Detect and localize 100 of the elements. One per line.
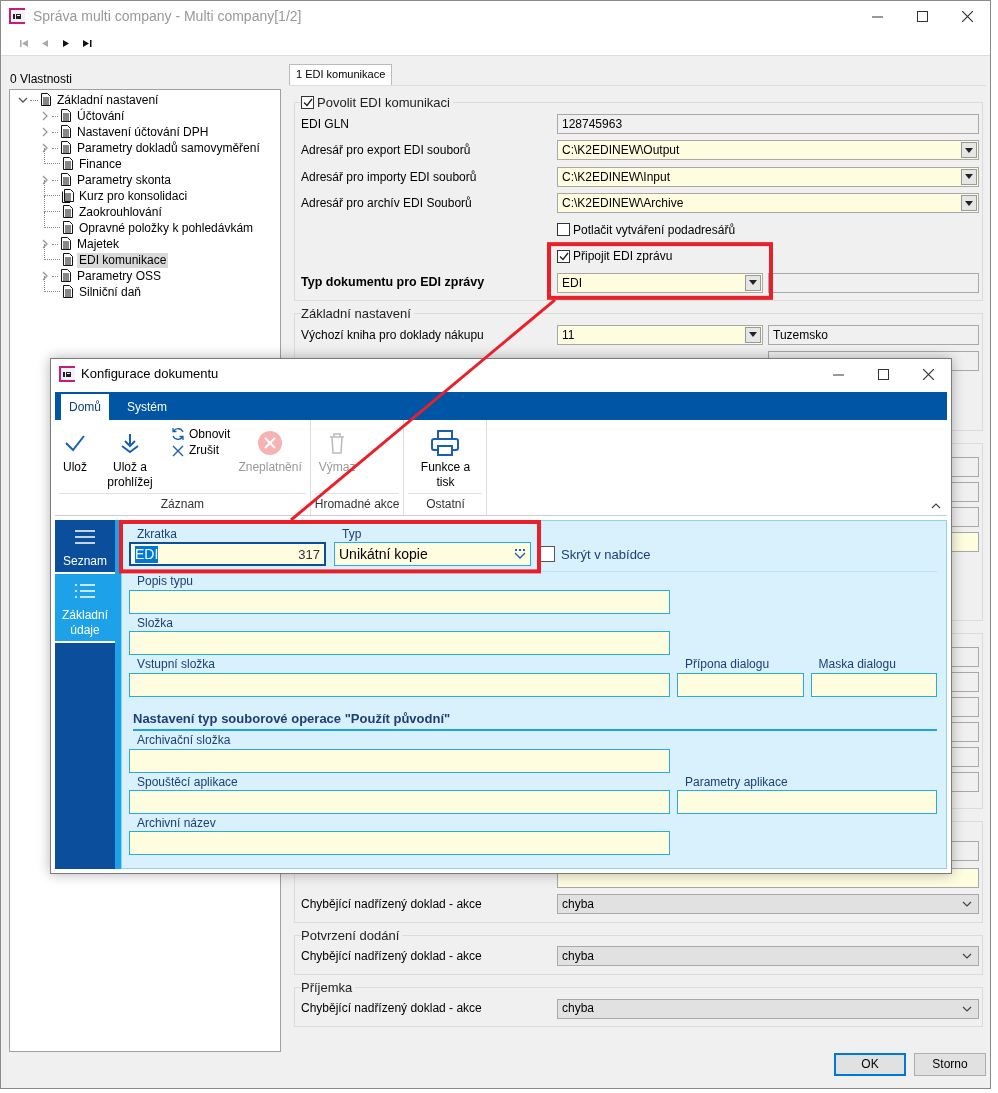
input-field[interactable] (129, 831, 670, 856)
collapse-caret-icon[interactable] (931, 503, 941, 509)
combo-box[interactable]: 11 (557, 324, 763, 345)
ribbon-button[interactable]: Ulož (59, 424, 91, 493)
chevron-right-icon[interactable] (40, 271, 50, 282)
maximize-icon (917, 10, 928, 22)
dropdown-field[interactable]: chyba (557, 998, 979, 1019)
cancel-button[interactable]: Storno (914, 1053, 986, 1076)
ribbon-tab[interactable]: Systém (119, 393, 176, 420)
chevron-right-icon[interactable] (40, 239, 50, 250)
combo-box[interactable]: EDI (557, 272, 763, 293)
dropdown-field[interactable]: chyba (557, 946, 979, 967)
input-field[interactable]: 128745963 (557, 113, 979, 134)
input-field[interactable] (129, 631, 670, 656)
last-record-icon[interactable] (82, 37, 93, 49)
tree-item[interactable]: Majetek (75, 237, 122, 252)
chevron-right-icon[interactable] (40, 143, 50, 154)
app-logo-icon (9, 8, 25, 24)
checkbox[interactable] (557, 249, 570, 263)
close-icon (171, 443, 185, 458)
chevron-down-icon (962, 1005, 972, 1012)
dropdown-icon (514, 549, 526, 560)
field-label: Typ (342, 527, 363, 542)
checkbox[interactable] (557, 223, 570, 237)
tree-item[interactable]: Základní nastavení (55, 93, 161, 108)
checkbox[interactable] (301, 96, 314, 110)
checkbox-label: Skrýt v nabídce (561, 546, 651, 563)
input-field[interactable]: EDI 317 (129, 542, 326, 567)
field-label: Chybějící nadřízený doklad - akce (301, 1001, 483, 1016)
combo-box[interactable]: Unikátní kopie (334, 542, 531, 567)
ribbon-tab[interactable]: Domů (61, 393, 109, 420)
tree-item[interactable]: Opravné položky k pohledávkám (77, 221, 256, 236)
combo-box[interactable]: C:\K2EDINEW\Archive (557, 193, 979, 214)
tab[interactable]: 1 EDI komunikace (289, 64, 393, 85)
field-label: Maska dialogu (818, 657, 897, 672)
app-logo-icon (59, 366, 75, 382)
field-label: Popis typu (137, 574, 195, 589)
document-icon (40, 93, 52, 108)
tree-item[interactable]: Parametry skonta (75, 173, 174, 188)
close-icon (923, 368, 934, 380)
dropdown-field[interactable]: chyba (557, 894, 979, 915)
chevron-right-icon[interactable] (40, 127, 50, 138)
next-record-icon[interactable] (61, 37, 72, 49)
field-label: Parametry aplikace (685, 774, 789, 789)
ribbon-group-label: Hromadné akce (314, 492, 400, 515)
dropdown-arrow-icon (965, 147, 973, 153)
dropdown-arrow-icon (749, 332, 757, 338)
ribbon-button[interactable]: Ulož a prohlížej (93, 424, 167, 493)
tree-item[interactable]: Parametry OSS (75, 269, 164, 284)
field-label: Archivační složka (137, 733, 232, 748)
field-label: Adresář pro archív EDI Souborů (301, 196, 473, 211)
input-field[interactable]: Tuzemsko (768, 324, 979, 345)
document-icon (60, 237, 72, 252)
chevron-right-icon[interactable] (40, 111, 50, 122)
documents-icon (62, 189, 74, 204)
document-icon (62, 205, 74, 220)
ribbon-button[interactable]: Zrušit (169, 442, 233, 459)
ribbon-button[interactable]: Obnovit (169, 426, 233, 443)
tree-item[interactable]: Kurz pro konsolidaci (77, 189, 190, 204)
input-field[interactable] (129, 789, 670, 814)
maximize-icon (878, 368, 889, 380)
dialog-title: Konfigurace dokumentu (81, 366, 219, 382)
checkbox-label: Připojit EDI zprávu (573, 249, 673, 264)
field-label: Adresář pro importy EDI souborů (301, 169, 478, 185)
document-icon (60, 269, 72, 284)
document-icon (62, 221, 74, 236)
cancel-circle-icon (257, 430, 284, 456)
dropdown-arrow-icon (749, 280, 757, 286)
group-title: Povolit EDI komunikaci (317, 95, 450, 111)
field-label: EDI GLN (301, 116, 350, 132)
chevron-right-icon[interactable] (40, 175, 50, 186)
combo-box[interactable]: C:\K2EDINEW\Output (557, 140, 979, 161)
tree-item[interactable]: Účtování (75, 109, 127, 124)
field-label: Chybějící nadřízený doklad - akce (301, 897, 483, 912)
ok-button[interactable]: OK (834, 1053, 906, 1076)
window-title: Správa multi company - Multi company[1/2] (33, 7, 302, 25)
tree-item[interactable]: Silniční daň (77, 285, 144, 300)
field-label: Typ dokumentu pro EDI zprávy (301, 275, 486, 291)
tree-item[interactable]: Parametry dokladů samovyměření (75, 141, 262, 156)
tree-item[interactable]: Finance (77, 157, 124, 172)
character-counter: 317 (298, 546, 320, 563)
field-label: Přípona dialogu (685, 657, 771, 672)
input-field[interactable] (129, 672, 670, 697)
input-field[interactable] (677, 789, 937, 814)
input-field[interactable] (810, 672, 937, 697)
tree-item[interactable]: EDI komunikace (77, 253, 169, 268)
ribbon-button[interactable]: Funkce a tisk (408, 424, 483, 493)
tree-item[interactable]: Nastavení účtování DPH (75, 125, 211, 140)
input-field[interactable] (129, 748, 670, 773)
field-label: Chybějící nadřízený doklad - akce (301, 949, 483, 964)
menu-icon (74, 528, 96, 546)
input-field[interactable] (768, 272, 979, 293)
tree-item[interactable]: Zaokrouhlování (77, 205, 164, 220)
list-icon (74, 582, 96, 601)
combo-box[interactable]: C:\K2EDINEW\Input (557, 166, 979, 187)
input-field[interactable] (677, 672, 804, 697)
input-field[interactable] (129, 589, 670, 614)
field-label: Spouštěcí aplikace (137, 774, 239, 789)
dropdown-arrow-icon (965, 200, 973, 206)
field-label: Výchozí kniha pro doklady nákupu (301, 327, 485, 343)
